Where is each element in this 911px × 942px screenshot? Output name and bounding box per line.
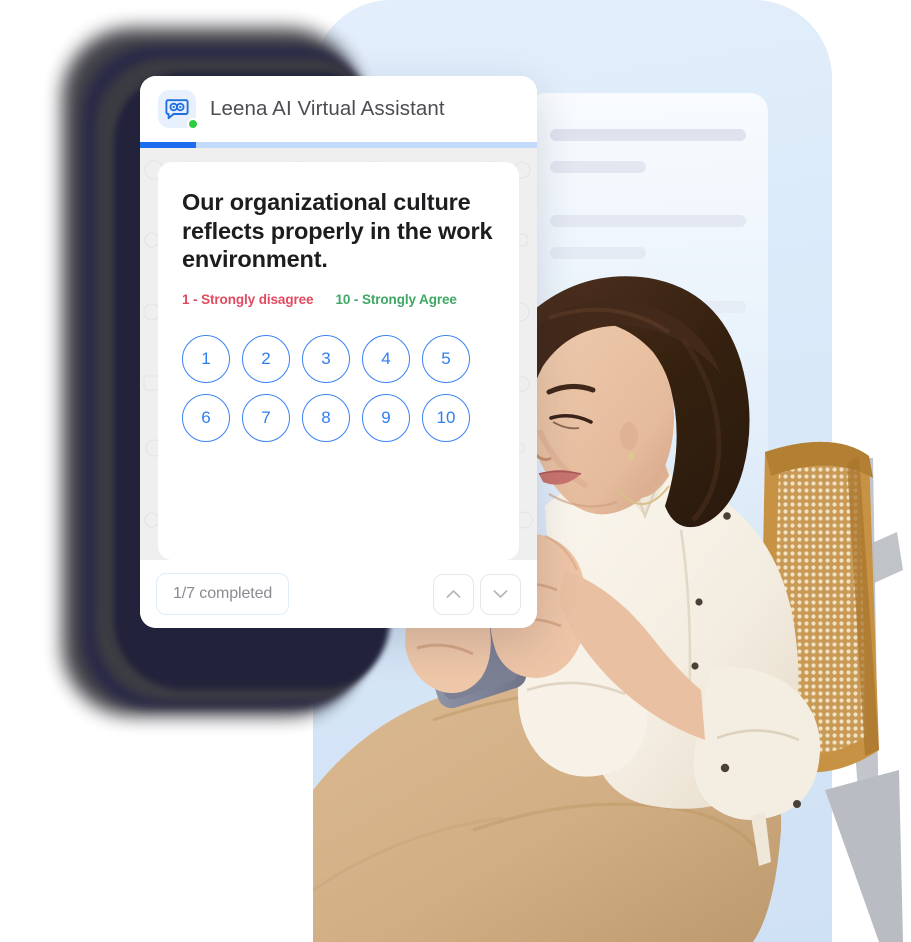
chevron-down-icon[interactable] <box>480 573 521 615</box>
chat-widget-card: Leena AI Virtual Assistant Our organizat… <box>140 76 537 628</box>
scale-legend: 1 - Strongly disagree 10 - Strongly Agre… <box>182 292 495 307</box>
rating-option-3[interactable]: 3 <box>302 334 350 383</box>
chevron-up-icon[interactable] <box>433 573 474 615</box>
rating-option-7[interactable]: 7 <box>242 393 290 442</box>
rating-option-10[interactable]: 10 <box>422 393 470 442</box>
navigation-button-group <box>433 573 521 615</box>
chat-footer: 1/7 completed <box>140 560 537 628</box>
chat-bubble-eyes-icon <box>158 90 199 130</box>
ghost-skeleton-bar <box>550 215 746 227</box>
rating-option-4[interactable]: 4 <box>362 334 410 383</box>
rating-option-9[interactable]: 9 <box>362 393 410 442</box>
rating-scale-grid: 1 2 3 4 5 6 7 8 9 10 <box>182 334 495 442</box>
bot-name-label: Leena AI Virtual Assistant <box>210 97 445 120</box>
legend-low-label: 1 - Strongly disagree <box>182 291 314 307</box>
ghost-skeleton-bar <box>550 161 646 173</box>
question-text: Our organizational culture reflects prop… <box>182 189 493 272</box>
rating-option-2[interactable]: 2 <box>242 334 290 383</box>
rating-option-6[interactable]: 6 <box>182 393 230 442</box>
ghost-skeleton-bar <box>550 129 746 141</box>
chat-header: Leena AI Virtual Assistant <box>140 76 537 142</box>
chat-body: Our organizational culture reflects prop… <box>140 148 537 560</box>
screenshot-stage: Leena AI Virtual Assistant Our organizat… <box>0 0 911 942</box>
rating-option-1[interactable]: 1 <box>182 334 230 383</box>
progress-status-badge: 1/7 completed <box>156 573 290 615</box>
legend-high-label: 10 - Strongly Agree <box>335 291 457 307</box>
rating-option-8[interactable]: 8 <box>302 393 350 442</box>
ghost-skeleton-bar <box>550 247 646 259</box>
rating-option-5[interactable]: 5 <box>422 334 470 383</box>
question-card: Our organizational culture reflects prop… <box>158 162 519 560</box>
online-dot <box>187 118 199 130</box>
